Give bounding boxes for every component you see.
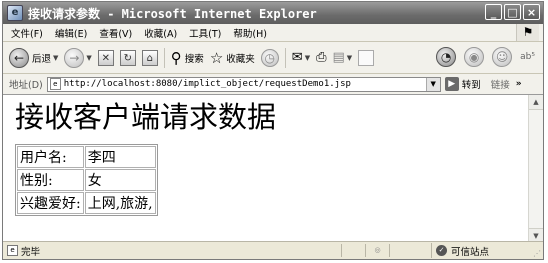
row-label: 用户名:: [17, 146, 84, 168]
lock-status-icon: ◎: [365, 244, 389, 257]
back-dropdown-icon[interactable]: ▼: [53, 54, 58, 62]
edit-icon: ▤: [332, 50, 345, 65]
back-button[interactable]: ← 后退 ▼: [9, 47, 58, 68]
resize-grip-icon[interactable]: ⋰: [533, 249, 541, 258]
table-row: 用户名: 李四: [17, 146, 156, 168]
history-button[interactable]: ◷: [260, 48, 279, 67]
toolbar-right-icons: ◔ ◉ ☺ ab⁵: [436, 47, 535, 67]
table-row: 兴趣爱好: 上网,旅游,: [17, 192, 156, 214]
back-arrow-icon: ←: [9, 47, 29, 68]
mail-icon: ✉: [291, 50, 303, 65]
title-bar[interactable]: e 接收请求参数 - Microsoft Internet Explorer _…: [3, 2, 543, 24]
stop-button[interactable]: ✕: [97, 49, 114, 66]
print-button[interactable]: ⎙: [316, 50, 326, 65]
discuss-icon: [358, 49, 375, 66]
toolbar-separator-2: [284, 47, 286, 68]
scroll-up-icon[interactable]: ▲: [529, 95, 543, 110]
go-arrow-icon: ▶: [444, 77, 459, 91]
security-zone[interactable]: ✓ 可信站点: [431, 243, 489, 258]
menu-bar: 文件(F) 编辑(E) 查看(V) 收藏(A) 工具(T) 帮助(H) ⚑: [3, 24, 543, 42]
row-value: 李四: [84, 146, 156, 168]
page-content: 接收客户端请求数据 用户名: 李四 性别: 女 兴趣爱好: 上网,旅游, ▲ ▼: [3, 94, 543, 243]
search-icon: ⚲: [170, 48, 182, 67]
status-panels: ◎: [341, 244, 413, 257]
earth-icon[interactable]: ◉: [464, 47, 485, 67]
address-input[interactable]: e http://localhost:8080/implict_object/r…: [46, 76, 441, 92]
menu-file[interactable]: 文件(F): [3, 26, 49, 40]
status-panel: [389, 244, 413, 257]
toolbar-separator: [163, 47, 165, 68]
windows-flag-icon: ⚑: [516, 24, 539, 41]
discuss-button[interactable]: [358, 49, 375, 66]
trusted-zone-icon: ✓: [436, 245, 447, 256]
ie-logo-icon: e: [7, 5, 23, 21]
search-label: 搜索: [184, 53, 204, 65]
go-button[interactable]: ▶ 转到: [444, 77, 481, 91]
menu-favorites[interactable]: 收藏(A): [138, 26, 183, 40]
refresh-icon: ↻: [119, 49, 136, 66]
row-value: 上网,旅游,: [84, 192, 156, 214]
vertical-scrollbar[interactable]: ▲ ▼: [528, 95, 543, 243]
history-icon: ◷: [260, 48, 279, 67]
address-label: 地址(D): [9, 80, 43, 91]
zone-label: 可信站点: [451, 246, 490, 258]
request-data-table: 用户名: 李四 性别: 女 兴趣爱好: 上网,旅游,: [15, 144, 158, 216]
window-title: 接收请求参数 - Microsoft Internet Explorer: [28, 6, 317, 21]
address-bar: 地址(D) e http://localhost:8080/implict_ob…: [3, 74, 543, 95]
print-icon: ⎙: [316, 50, 327, 65]
browser-window: e 接收请求参数 - Microsoft Internet Explorer _…: [2, 1, 544, 260]
favorites-label: 收藏夹: [226, 53, 255, 65]
messenger-icon[interactable]: ☺: [492, 47, 513, 67]
address-dropdown-icon[interactable]: ▼: [425, 77, 440, 91]
menu-view[interactable]: 查看(V): [93, 26, 138, 40]
page-heading: 接收客户端请求数据: [15, 100, 277, 134]
extension-icon[interactable]: ab⁵: [520, 47, 535, 67]
row-label: 性别:: [17, 169, 84, 191]
clock-icon[interactable]: ◔: [436, 47, 457, 67]
page-done-icon: e: [7, 245, 18, 256]
maximize-button[interactable]: □: [504, 4, 521, 20]
menu-edit[interactable]: 编辑(E): [49, 26, 93, 40]
favorites-button[interactable]: ☆ 收藏夹: [210, 49, 255, 67]
standard-toolbar: ← 后退 ▼ → ▼ ✕ ↻ ⌂ ⚲ 搜索 ☆ 收藏夹 ◷ ✉ ▼ ⎙ ▤ ▼ …: [3, 42, 543, 74]
page-icon: e: [49, 78, 61, 90]
close-button[interactable]: ×: [523, 4, 540, 20]
chevron-more-icon[interactable]: »: [516, 79, 522, 89]
home-icon: ⌂: [141, 49, 158, 66]
row-label: 兴趣爱好:: [17, 192, 84, 214]
status-text: 完毕: [21, 246, 41, 258]
table-row: 性别: 女: [17, 169, 156, 191]
search-button[interactable]: ⚲ 搜索: [171, 49, 204, 67]
mail-dropdown-icon[interactable]: ▼: [305, 54, 310, 62]
edit-button[interactable]: ▤ ▼: [332, 50, 352, 65]
stop-icon: ✕: [97, 49, 114, 66]
forward-button[interactable]: → ▼: [64, 47, 92, 68]
status-panel: [341, 244, 365, 257]
menu-tools[interactable]: 工具(T): [183, 26, 227, 40]
minimize-button[interactable]: _: [485, 4, 502, 20]
back-label: 后退: [32, 53, 52, 65]
window-controls: _ □ ×: [485, 4, 540, 20]
go-label: 转到: [461, 80, 481, 91]
mail-button[interactable]: ✉ ▼: [292, 50, 310, 65]
refresh-button[interactable]: ↻: [119, 49, 136, 66]
forward-dropdown-icon[interactable]: ▼: [86, 54, 91, 62]
favorites-star-icon: ☆: [209, 48, 224, 67]
home-button[interactable]: ⌂: [141, 49, 158, 66]
forward-arrow-icon: →: [64, 47, 85, 68]
address-url[interactable]: http://localhost:8080/implict_object/req…: [64, 79, 351, 89]
row-value: 女: [84, 169, 156, 191]
links-button[interactable]: 链接: [491, 77, 510, 91]
edit-dropdown-icon[interactable]: ▼: [347, 54, 352, 62]
menu-help[interactable]: 帮助(H): [227, 26, 273, 40]
status-bar: e 完毕 ◎ ✓ 可信站点 ⋰: [3, 241, 543, 259]
